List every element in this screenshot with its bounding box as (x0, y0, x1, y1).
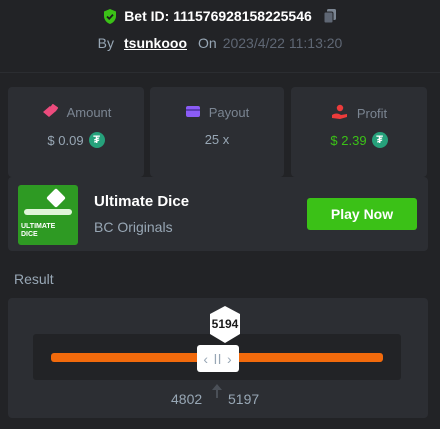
range-low: 4802 (171, 391, 203, 407)
amount-value: $ 0.09 (47, 132, 84, 148)
range-marker-icon (212, 384, 222, 398)
profit-hand-icon (331, 104, 349, 123)
range-high: 5197 (228, 391, 260, 407)
amount-coins-icon (41, 104, 59, 121)
game-provider: BC Originals (94, 219, 173, 235)
result-label: Result (14, 271, 54, 287)
result-panel: ‹ ll › 5194 4802 5197 (8, 298, 428, 418)
bet-timestamp: 2023/4/22 11:13:20 (222, 35, 343, 51)
bet-meta: By tsunkooo On 2023/4/22 11:13:20 (0, 32, 440, 54)
play-now-button[interactable]: Play Now (307, 198, 417, 230)
game-card: ULTIMATE DICE Ultimate Dice BC Originals … (8, 177, 428, 251)
bet-header: Bet ID: 111576928158225546 (0, 5, 440, 27)
amount-card: Amount $ 0.09 ₮ (8, 87, 144, 177)
slider-handle: ‹ ll › (197, 345, 239, 372)
wallet-icon (185, 104, 201, 121)
profit-card: Profit $ 2.39 ₮ (291, 87, 427, 177)
payout-card: Payout 25 x (150, 87, 284, 177)
copy-icon[interactable] (322, 8, 338, 24)
verified-shield-icon (102, 8, 118, 25)
game-thumbnail[interactable]: ULTIMATE DICE (18, 185, 78, 245)
thumbnail-label: ULTIMATE DICE (21, 223, 56, 238)
by-label: By (97, 35, 114, 51)
game-title[interactable]: Ultimate Dice (94, 193, 189, 210)
tether-icon: ₮ (88, 132, 105, 148)
divider (0, 72, 440, 73)
profit-value: $ 2.39 (330, 132, 367, 148)
amount-label: Amount (66, 105, 112, 120)
roll-value: 5194 (211, 317, 239, 331)
bet-id: Bet ID: 111576928158225546 (124, 8, 312, 24)
profit-label: Profit (356, 106, 388, 121)
tether-icon: ₮ (371, 132, 388, 148)
payout-value: 25 x (204, 132, 230, 147)
dice-icon (46, 188, 66, 208)
username-link[interactable]: tsunkooo (124, 35, 187, 51)
payout-label: Payout (208, 105, 250, 120)
on-label: On (198, 35, 217, 51)
